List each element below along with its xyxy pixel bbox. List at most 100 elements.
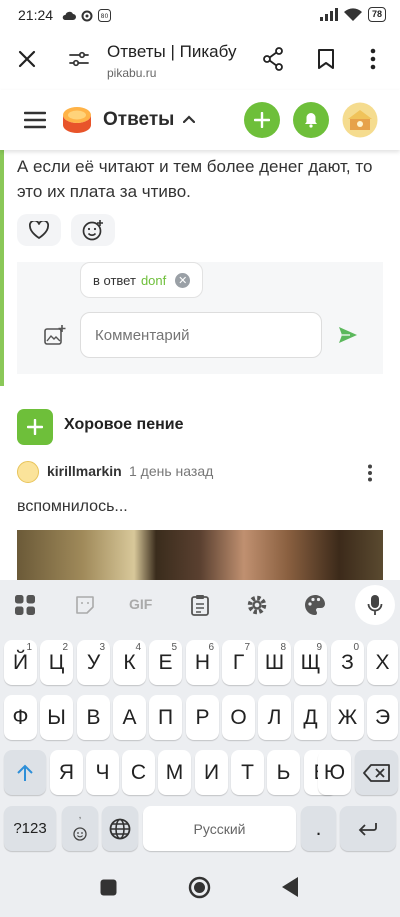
- clipboard-icon[interactable]: [188, 593, 212, 617]
- emoji-key[interactable]: ,: [62, 806, 98, 851]
- page-title: Ответы | Пикабу: [107, 42, 237, 61]
- more-vert-icon[interactable]: [370, 48, 376, 70]
- key-row1-2[interactable]: Ц2: [40, 640, 73, 685]
- send-icon[interactable]: [338, 326, 358, 344]
- emoji-add-icon: [82, 220, 103, 241]
- add-post-button[interactable]: [244, 102, 280, 138]
- heart-icon: [29, 221, 49, 239]
- key-row2-6[interactable]: Р: [186, 695, 219, 740]
- like-button[interactable]: [17, 214, 61, 246]
- site-settings-icon[interactable]: [68, 49, 90, 69]
- expand-post-button[interactable]: [17, 409, 53, 445]
- home-icon[interactable]: [188, 876, 211, 899]
- key-row1-11[interactable]: Х: [367, 640, 398, 685]
- voice-input-button[interactable]: [355, 585, 395, 625]
- key-row2-3[interactable]: В: [77, 695, 110, 740]
- key-row2-5[interactable]: П: [149, 695, 182, 740]
- key-row1-6[interactable]: Н6: [186, 640, 219, 685]
- post-image[interactable]: [17, 530, 383, 580]
- author-avatar[interactable]: [17, 461, 39, 483]
- battery-icon: 78: [367, 7, 386, 22]
- language-key[interactable]: [102, 806, 138, 851]
- comment-input[interactable]: [80, 312, 322, 358]
- key-row1-3[interactable]: У3: [77, 640, 110, 685]
- mic-icon: [367, 595, 383, 615]
- key-row1-8[interactable]: Ш8: [258, 640, 291, 685]
- key-row2-9[interactable]: Д: [294, 695, 327, 740]
- shift-key[interactable]: [4, 750, 46, 795]
- pikabu-logo-icon[interactable]: [60, 103, 94, 137]
- enter-key[interactable]: [340, 806, 396, 851]
- wifi-icon: [343, 8, 362, 21]
- svg-text:80: 80: [101, 13, 109, 20]
- key-row3-5[interactable]: И: [195, 750, 228, 795]
- menu-icon[interactable]: [24, 111, 46, 129]
- add-reaction-button[interactable]: [71, 214, 115, 246]
- gear-icon[interactable]: [245, 593, 269, 617]
- page-url: pikabu.ru: [107, 66, 157, 80]
- user-avatar[interactable]: [342, 102, 378, 138]
- space-key[interactable]: Русский: [143, 806, 296, 851]
- key-row1-9[interactable]: Щ9: [294, 640, 327, 685]
- key-row3-1[interactable]: Я: [50, 750, 83, 795]
- key-row3-2[interactable]: Ч: [86, 750, 119, 795]
- backspace-key[interactable]: [355, 750, 398, 795]
- remove-reply-icon[interactable]: ✕: [175, 272, 191, 288]
- status-right-icons: 78: [319, 7, 386, 22]
- bell-icon: [305, 113, 317, 128]
- key-row1-7[interactable]: Г7: [222, 640, 255, 685]
- add-image-icon[interactable]: [44, 325, 66, 345]
- sticker-icon[interactable]: [73, 593, 97, 617]
- status-bar: 21:24 80 78: [0, 0, 400, 30]
- share-icon[interactable]: [262, 47, 284, 71]
- key-row2-1[interactable]: Ф: [4, 695, 37, 740]
- app-badge-icon: 80: [98, 9, 111, 22]
- symbols-key[interactable]: ?123: [4, 806, 56, 851]
- cloud-icon: [62, 11, 76, 20]
- section-title[interactable]: Ответы: [103, 109, 174, 131]
- more-vert-icon[interactable]: [367, 464, 373, 482]
- key-row2-11[interactable]: Э: [367, 695, 398, 740]
- chevron-up-icon[interactable]: [183, 115, 195, 123]
- plus-icon: [27, 419, 43, 435]
- comments-feed: А если её читают и тем более денег дают,…: [0, 150, 400, 580]
- status-notification-icons: 80: [62, 9, 111, 22]
- key-row3-7[interactable]: Ь: [267, 750, 300, 795]
- key-row2-10[interactable]: Ж: [331, 695, 364, 740]
- comment-text: А если её читают и тем более денег дают,…: [17, 157, 373, 201]
- notifications-button[interactable]: [293, 102, 329, 138]
- gif-button[interactable]: GIF: [129, 596, 152, 612]
- bookmark-icon[interactable]: [317, 48, 335, 70]
- plus-icon: [254, 112, 270, 128]
- palette-icon[interactable]: [303, 593, 327, 617]
- key-row3-9[interactable]: Ю: [318, 750, 351, 795]
- key-row1-4[interactable]: К4: [113, 640, 146, 685]
- key-row3-3[interactable]: С: [122, 750, 155, 795]
- system-nav-bar: [0, 857, 400, 917]
- key-row3-6[interactable]: Т: [231, 750, 264, 795]
- key-row2-8[interactable]: Л: [258, 695, 291, 740]
- reply-to-chip: в ответ donf ✕: [80, 262, 204, 298]
- site-header: Ответы: [0, 90, 400, 150]
- apps-grid-icon[interactable]: [13, 593, 37, 617]
- post-date: 1 день назад: [129, 463, 214, 479]
- reply-user-link[interactable]: donf: [141, 273, 166, 288]
- shift-arrow-icon: [17, 764, 33, 781]
- close-icon[interactable]: [17, 49, 37, 69]
- recents-icon[interactable]: [100, 879, 117, 896]
- key-row3-4[interactable]: М: [158, 750, 191, 795]
- key-row1-5[interactable]: Е5: [149, 640, 182, 685]
- keyboard-toolbar: GIF: [0, 580, 400, 630]
- key-row2-2[interactable]: Ы: [40, 695, 73, 740]
- post-text: вспомнилось...: [17, 498, 128, 515]
- browser-bar: Ответы | Пикабу pikabu.ru: [0, 30, 400, 90]
- back-icon[interactable]: [282, 877, 299, 897]
- key-row1-10[interactable]: З0: [331, 640, 364, 685]
- key-row2-7[interactable]: О: [222, 695, 255, 740]
- post-author[interactable]: kirillmarkin: [47, 463, 122, 479]
- key-row1-1[interactable]: Й1: [4, 640, 37, 685]
- post-title[interactable]: Хоровое пение: [64, 416, 183, 434]
- reply-prefix: в ответ: [93, 272, 136, 288]
- key-row2-4[interactable]: А: [113, 695, 146, 740]
- period-key[interactable]: .: [301, 806, 336, 851]
